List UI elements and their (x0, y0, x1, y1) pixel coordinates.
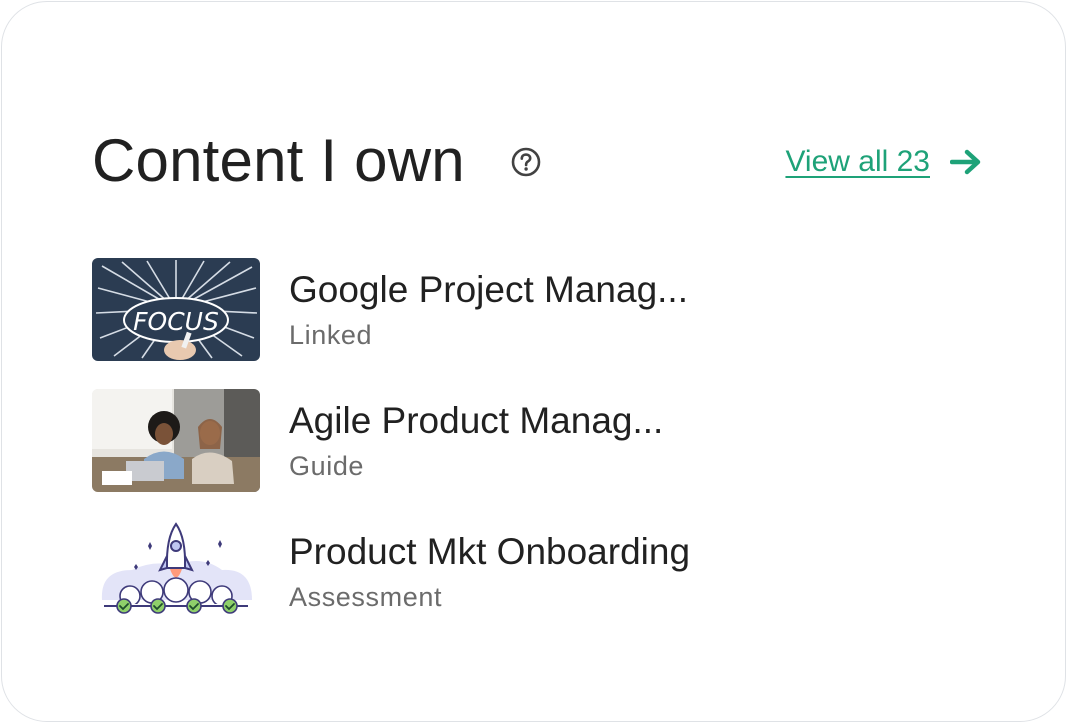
content-i-own-card: Content I own View all 23 FOCUS Google P… (1, 1, 1066, 722)
arrow-right-icon[interactable] (949, 148, 982, 176)
question-circle-icon[interactable] (510, 146, 542, 178)
rocket-launch-illustration (92, 520, 260, 623)
focus-chalkboard-image: FOCUS (92, 258, 260, 361)
list-item[interactable]: Agile Product Manag... Guide (92, 389, 972, 492)
list-item[interactable]: Product Mkt Onboarding Assessment (92, 520, 972, 623)
item-type: Assessment (289, 582, 443, 612)
view-all-link[interactable]: View all 23 (785, 142, 930, 182)
item-type: Guide (289, 451, 365, 481)
card-header: Content I own View all 23 (92, 122, 982, 202)
item-type: Linked (289, 320, 373, 350)
content-list: FOCUS Google Project Manag... Linked Agi… (92, 258, 972, 651)
item-title: Agile Product Manag... (289, 400, 664, 441)
team-meeting-photo (92, 389, 260, 492)
item-title: Google Project Manag... (289, 269, 688, 310)
card-title: Content I own (92, 127, 465, 194)
svg-text:FOCUS: FOCUS (133, 307, 219, 336)
item-title: Product Mkt Onboarding (289, 531, 691, 572)
list-item[interactable]: FOCUS Google Project Manag... Linked (92, 258, 972, 361)
